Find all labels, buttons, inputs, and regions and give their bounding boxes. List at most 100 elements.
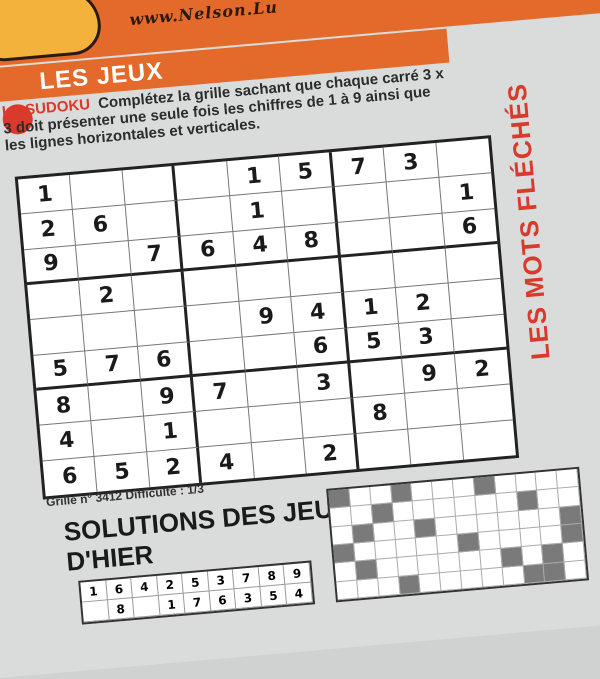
sudoku-cell[interactable]: 2: [303, 433, 360, 474]
sudoku-cell[interactable]: 2: [21, 210, 77, 250]
sudoku-cell[interactable]: [134, 306, 191, 347]
sudoku-cell[interactable]: 7: [331, 147, 387, 188]
crossword-cell: [516, 490, 540, 511]
sudoku-cell[interactable]: 4: [291, 292, 347, 333]
sudoku-cell[interactable]: 3: [383, 142, 440, 183]
sudoku-cell[interactable]: [131, 271, 188, 312]
sudoku-cell[interactable]: 6: [73, 205, 129, 246]
sudoku-cell[interactable]: 6: [294, 328, 350, 368]
crossword-cell: [479, 549, 503, 570]
sudoku-cell[interactable]: 5: [33, 350, 89, 391]
crossword-cell: [475, 494, 498, 515]
sudoku-cell[interactable]: 1: [230, 191, 286, 232]
sudoku-cell[interactable]: [91, 416, 148, 457]
crossword-cell: [435, 516, 458, 537]
solution-cell: 8: [107, 598, 135, 621]
sudoku-cell[interactable]: 3: [399, 318, 455, 359]
sudoku-cell[interactable]: [445, 243, 501, 284]
sudoku-cell[interactable]: [408, 424, 464, 465]
sudoku-cell[interactable]: 1: [17, 174, 74, 215]
sudoku-cell[interactable]: 1: [144, 412, 200, 452]
sudoku-cell[interactable]: 5: [279, 152, 335, 192]
sudoku-cell[interactable]: [386, 178, 443, 218]
sudoku-cell[interactable]: [177, 196, 234, 237]
sudoku-cell[interactable]: [461, 420, 516, 460]
sudoku-cell[interactable]: [125, 201, 181, 241]
sudoku-cell[interactable]: [30, 315, 86, 356]
sudoku-cell[interactable]: [349, 358, 406, 399]
sudoku-cell[interactable]: [392, 248, 449, 289]
sudoku-cell[interactable]: 6: [442, 208, 498, 249]
solution-cell: [133, 595, 161, 619]
sudoku-cell[interactable]: [340, 253, 397, 293]
sudoku-cell[interactable]: 5: [94, 451, 151, 492]
crossword-cell: [371, 503, 394, 524]
sudoku-cell[interactable]: [242, 332, 298, 373]
sudoku-cell[interactable]: 6: [137, 341, 194, 382]
sudoku-cell[interactable]: [448, 279, 504, 319]
sudoku-cell[interactable]: 4: [199, 442, 255, 483]
sudoku-cell[interactable]: [356, 429, 412, 469]
crossword-cell: [369, 485, 393, 506]
sudoku-cell[interactable]: 9: [239, 297, 295, 338]
sudoku-cell[interactable]: [435, 138, 492, 179]
sudoku-cell[interactable]: [288, 257, 344, 298]
sudoku-cell[interactable]: 2: [147, 447, 203, 488]
crossword-cell: [395, 538, 418, 559]
sudoku-cell[interactable]: 8: [352, 393, 409, 434]
sudoku-cell[interactable]: [334, 182, 390, 223]
sudoku-cell[interactable]: [389, 213, 446, 254]
sudoku-cell[interactable]: 6: [42, 456, 98, 497]
sudoku-cell[interactable]: 6: [180, 231, 237, 272]
sudoku-cell[interactable]: [88, 381, 145, 422]
crossword-cell: [357, 578, 380, 599]
sudoku-cell[interactable]: 2: [396, 283, 452, 324]
crossword-cell: [495, 492, 519, 513]
sudoku-cell[interactable]: [122, 165, 178, 206]
crossword-cell: [497, 510, 520, 531]
sudoku-cell[interactable]: 5: [346, 323, 403, 364]
sudoku-cell[interactable]: 7: [128, 236, 184, 276]
sudoku-cell[interactable]: 1: [343, 288, 400, 329]
sudoku-cell[interactable]: [457, 384, 513, 425]
sudoku-cell[interactable]: [187, 302, 243, 342]
sudoku-cell[interactable]: 2: [454, 349, 510, 390]
sudoku-cell[interactable]: [27, 280, 83, 321]
sudoku-cell[interactable]: [282, 187, 338, 228]
side-title: LES MOTS FLÉCHÉS: [501, 81, 556, 361]
sudoku-cell[interactable]: 4: [39, 421, 95, 462]
sudoku-cell[interactable]: 9: [402, 354, 458, 394]
sudoku-cell[interactable]: [76, 240, 132, 281]
sudoku-cell[interactable]: 7: [85, 346, 141, 387]
sudoku-cell[interactable]: [70, 170, 126, 211]
sudoku-cell[interactable]: [174, 161, 231, 202]
sudoku-cell[interactable]: [251, 438, 307, 479]
sudoku-cell[interactable]: 2: [79, 275, 135, 316]
sudoku-cell[interactable]: [236, 262, 292, 303]
sudoku-cell[interactable]: 1: [226, 156, 283, 197]
sudoku-cell[interactable]: [248, 403, 304, 443]
sudoku-cell[interactable]: [82, 311, 138, 351]
crossword-cell: [515, 472, 538, 493]
sudoku-cell[interactable]: 8: [36, 386, 92, 426]
sudoku-cell[interactable]: [405, 389, 461, 430]
sudoku-cell[interactable]: 4: [233, 227, 289, 267]
sudoku-cell[interactable]: [451, 314, 507, 355]
sudoku-cell[interactable]: 7: [193, 372, 249, 413]
crossword-cell: [353, 541, 377, 562]
sudoku-grid[interactable]: 1157326119764862941257665389739241865242: [14, 135, 520, 500]
crossword-cell: [432, 479, 455, 500]
sudoku-cell[interactable]: [196, 407, 252, 448]
sudoku-cell[interactable]: [183, 266, 240, 307]
sudoku-cell[interactable]: 8: [285, 222, 341, 263]
sudoku-cell[interactable]: [300, 398, 357, 439]
crossword-cell: [350, 505, 373, 526]
sudoku-cell[interactable]: 9: [24, 245, 80, 286]
crossword-cell: [523, 563, 546, 584]
sudoku-cell[interactable]: [190, 337, 246, 378]
sudoku-cell[interactable]: 3: [297, 363, 353, 404]
sudoku-cell[interactable]: [337, 217, 393, 258]
sudoku-cell[interactable]: [245, 367, 301, 408]
sudoku-cell[interactable]: 9: [140, 377, 197, 417]
sudoku-cell[interactable]: 1: [439, 173, 495, 214]
